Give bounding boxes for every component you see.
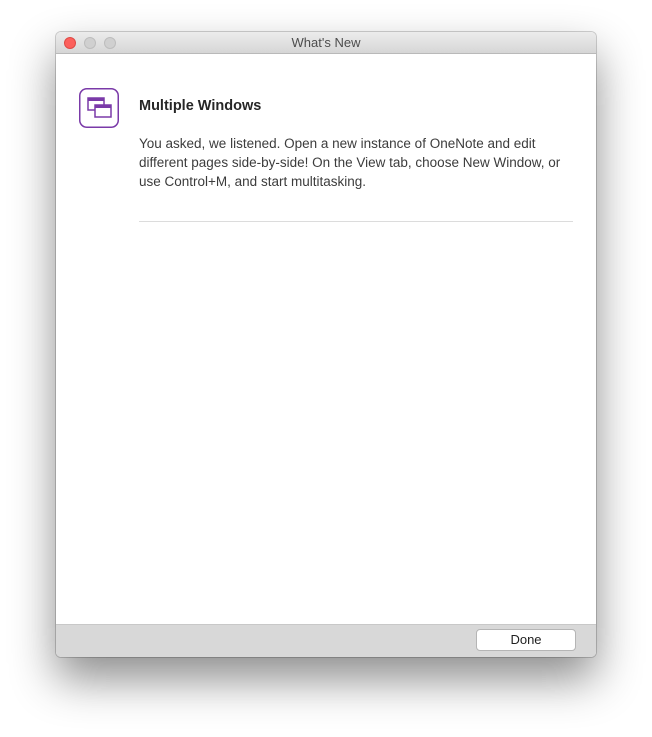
done-button[interactable]: Done — [476, 629, 576, 651]
whats-new-dialog: What's New Multiple Windows You asked, w… — [56, 32, 596, 657]
dialog-content: Multiple Windows You asked, we listened.… — [56, 54, 596, 624]
feature-title: Multiple Windows — [139, 98, 262, 114]
multiple-windows-icon — [79, 88, 119, 128]
window-title: What's New — [291, 35, 361, 50]
feature-description: You asked, we listened. Open a new insta… — [139, 136, 561, 189]
section-divider — [139, 221, 573, 222]
title-bar[interactable]: What's New — [56, 32, 596, 54]
dialog-footer: Done — [56, 624, 596, 657]
